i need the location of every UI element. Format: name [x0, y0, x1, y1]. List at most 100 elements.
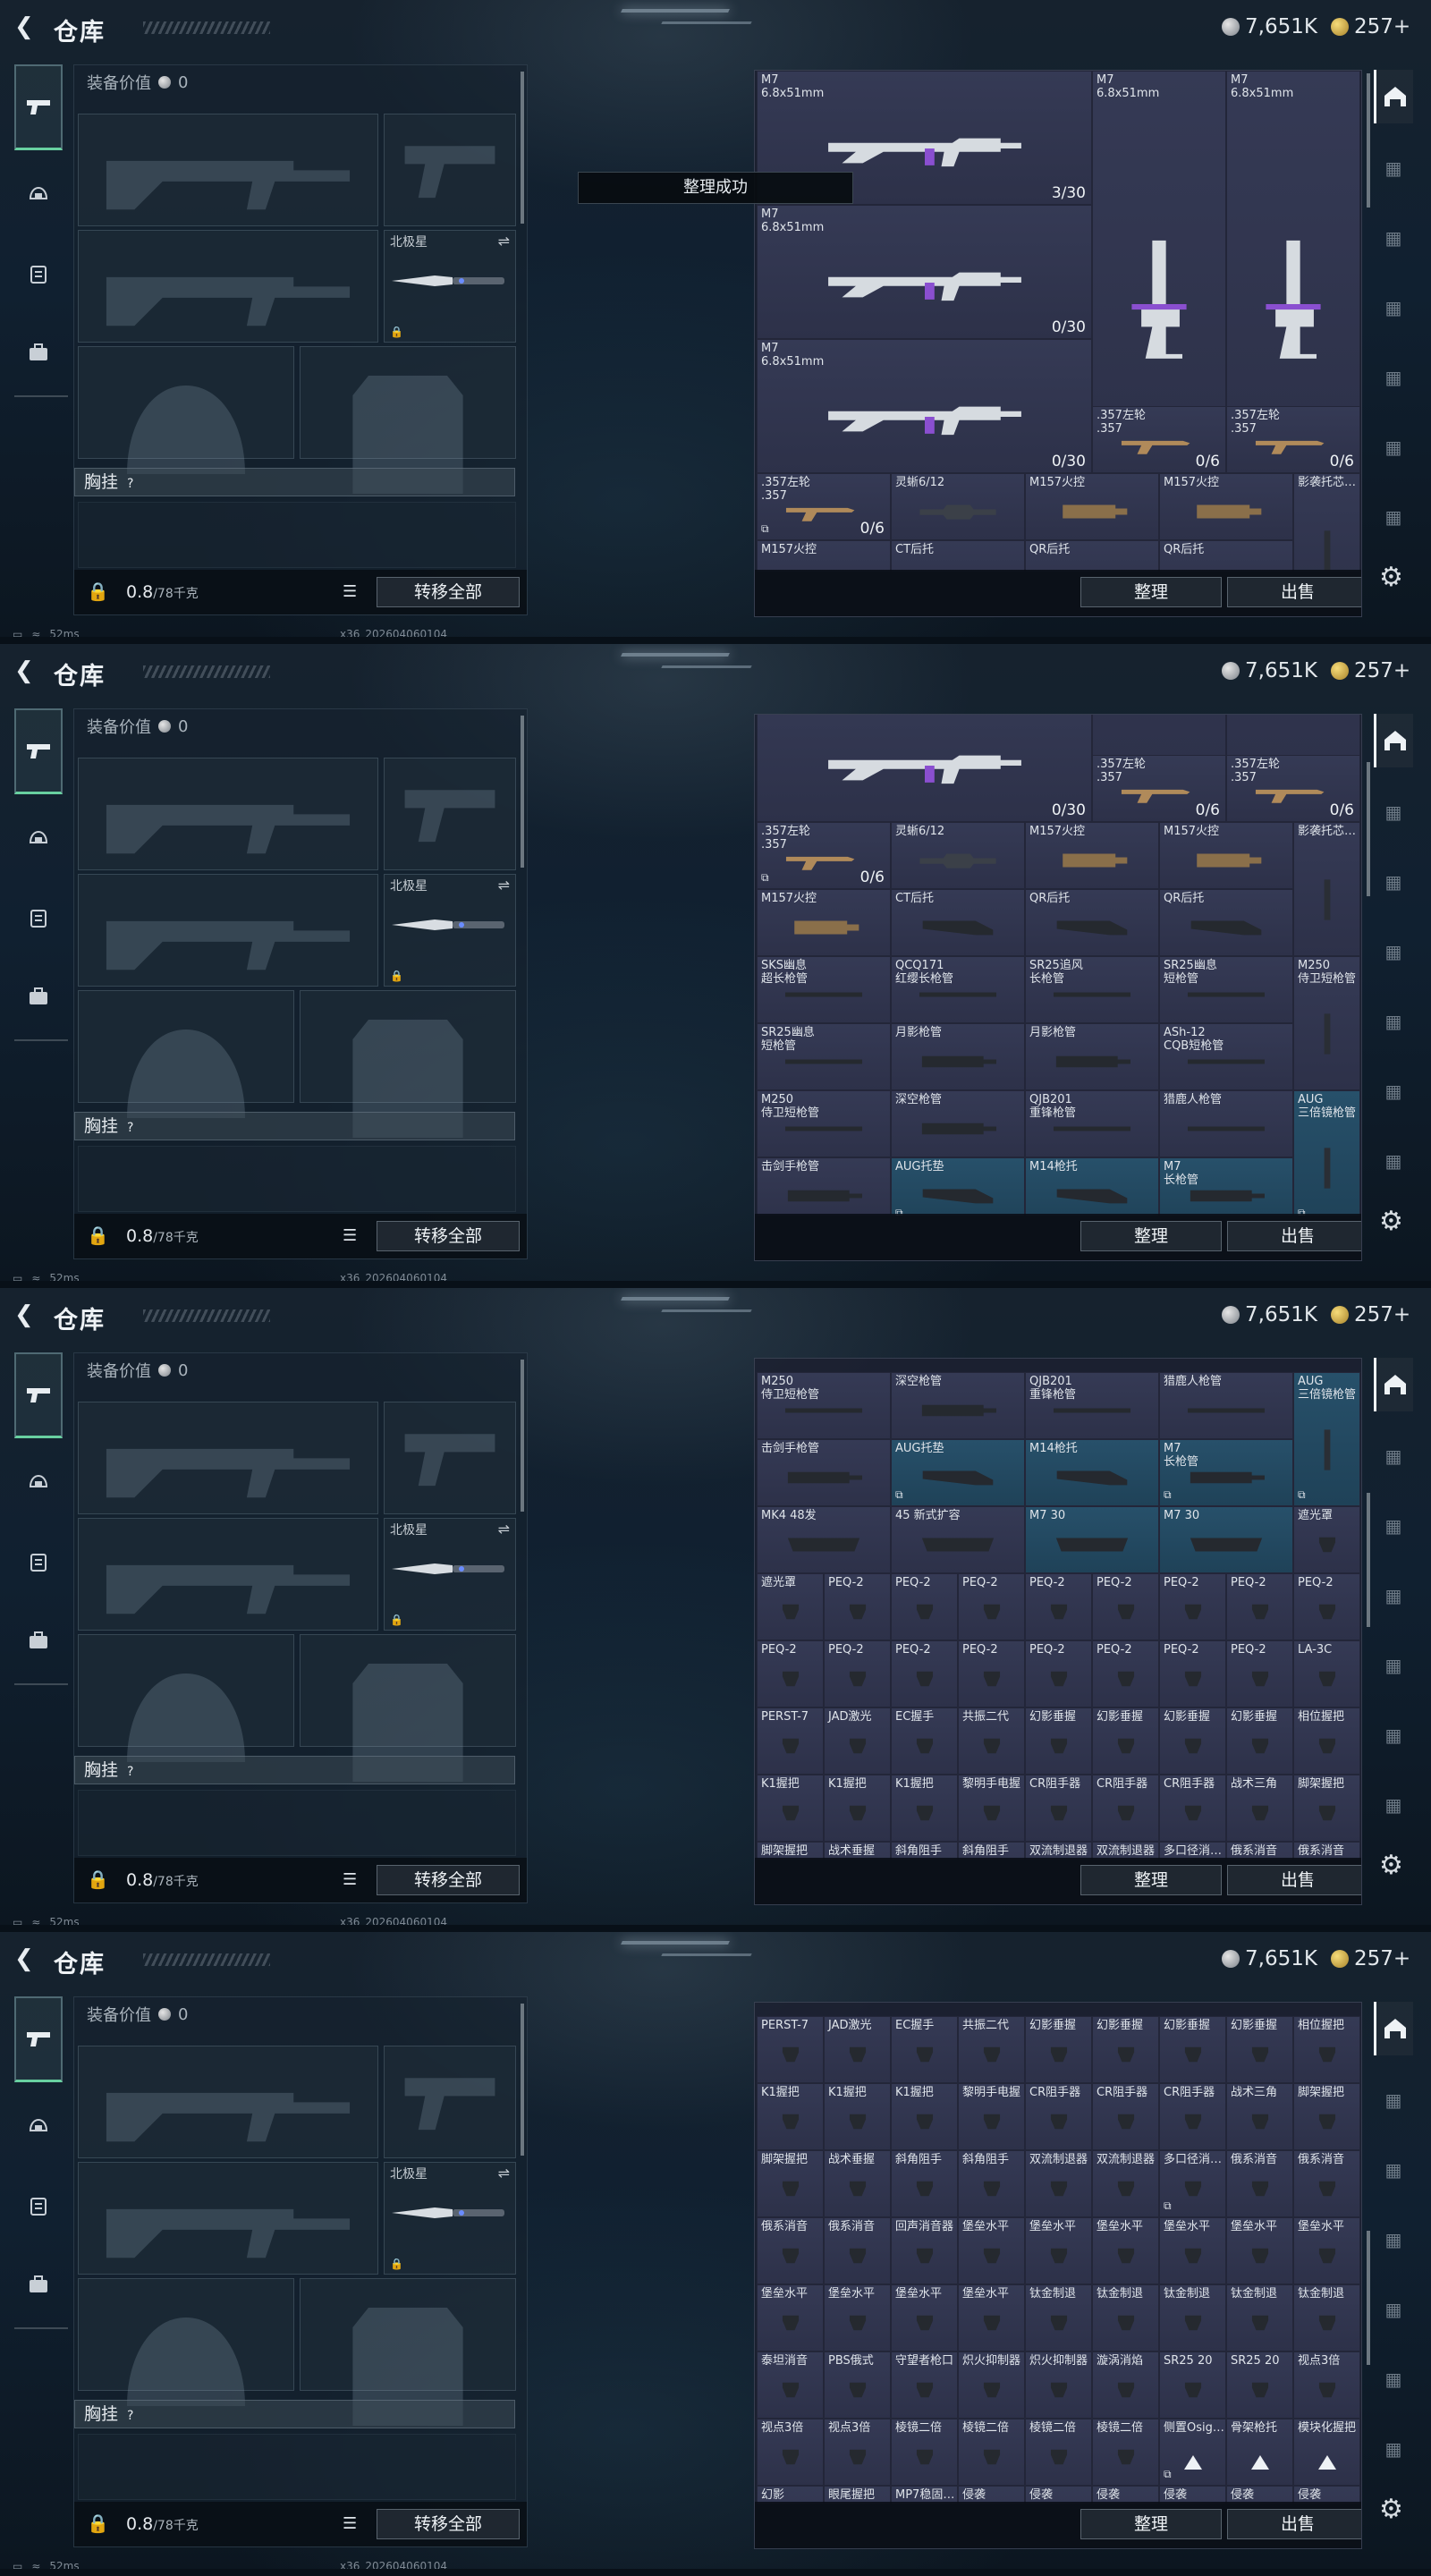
swap-icon[interactable]: ⇌: [498, 1521, 510, 1538]
pistol-slot[interactable]: [384, 758, 516, 870]
storage-item[interactable]: PEQ-2: [757, 1640, 824, 1707]
tab-storage-2[interactable]: ▦: [1374, 213, 1413, 263]
storage-scrollbar[interactable]: [1367, 762, 1370, 897]
storage-item[interactable]: 双流制退器: [1092, 2150, 1159, 2217]
swap-icon[interactable]: ⇌: [498, 877, 510, 894]
secondary-weapon-slot[interactable]: [78, 230, 378, 343]
storage-item[interactable]: M7 30: [1025, 1506, 1159, 1573]
melee-slot[interactable]: 北极星 ⇌ 🔒: [384, 230, 516, 343]
storage-item[interactable]: M157火控: [1159, 473, 1293, 540]
storage-item[interactable]: M7 6.8x51mm 0/30: [757, 205, 1092, 339]
storage-item[interactable]: M7 6.8x51mm 0/30: [757, 339, 1092, 473]
storage-item[interactable]: CR阻手器: [1092, 1775, 1159, 1842]
storage-item[interactable]: 脚架握把: [757, 1842, 824, 1860]
storage-item[interactable]: M7 长枪管: [1159, 1157, 1293, 1216]
storage-item[interactable]: 月影枪管: [1025, 1023, 1159, 1090]
tab-storage-3[interactable]: ▦: [1374, 1571, 1413, 1621]
gold-currency[interactable]: 257+: [1331, 1947, 1410, 1970]
storage-item[interactable]: QCQ171 红缨长枪管: [891, 956, 1025, 1023]
silver-currency[interactable]: 7,651K: [1222, 1303, 1317, 1326]
storage-item[interactable]: AUG托垫 ⧉: [891, 1439, 1025, 1506]
armor-slot[interactable]: [300, 346, 516, 494]
transfer-all-button[interactable]: 转移全部: [377, 1865, 520, 1895]
storage-item[interactable]: CT后托: [891, 540, 1025, 572]
storage-item[interactable]: PEQ-2: [958, 1573, 1025, 1640]
storage-item[interactable]: 侵袭: [1226, 2486, 1293, 2504]
help-icon[interactable]: ?: [127, 1121, 133, 1135]
storage-item[interactable]: 炽火抑制器: [958, 2351, 1025, 2419]
storage-item[interactable]: 回声消音器: [891, 2217, 958, 2284]
storage-item[interactable]: 黎明手电握: [958, 1775, 1025, 1842]
tab-storage-3[interactable]: ▦: [1374, 927, 1413, 977]
help-icon[interactable]: ?: [127, 2409, 133, 2423]
secondary-weapon-slot[interactable]: [78, 874, 378, 987]
melee-slot[interactable]: 北极星 ⇌ 🔒: [384, 874, 516, 987]
storage-item[interactable]: 棱镜二倍: [1025, 2419, 1092, 2486]
storage-item[interactable]: 多口径消… ⧉: [1159, 2150, 1226, 2217]
gold-currency[interactable]: 257+: [1331, 15, 1410, 38]
back-arrow-icon[interactable]: ❮: [14, 658, 39, 683]
storage-item[interactable]: 俄系消音: [1226, 2150, 1293, 2217]
storage-item[interactable]: 双流制退器: [1025, 2150, 1092, 2217]
list-icon[interactable]: ☰: [343, 1870, 357, 1889]
tab-storage-2[interactable]: ▦: [1374, 1501, 1413, 1551]
storage-item[interactable]: 双流制退器: [1092, 1842, 1159, 1860]
storage-item[interactable]: M157火控: [757, 889, 891, 956]
tab-storage-6[interactable]: ▦: [1374, 1136, 1413, 1186]
sort-button[interactable]: 整理: [1080, 577, 1222, 607]
storage-item[interactable]: QR后托: [1025, 540, 1159, 572]
storage-item[interactable]: 侵袭: [1092, 2486, 1159, 2504]
back-arrow-icon[interactable]: ❮: [14, 1302, 39, 1327]
storage-item[interactable]: QJB201 重锋枪管: [1025, 1372, 1159, 1439]
storage-item[interactable]: CT后托: [891, 889, 1025, 956]
storage-item[interactable]: K1握把: [824, 1775, 891, 1842]
storage-item[interactable]: QR后托: [1159, 540, 1293, 572]
transfer-all-button[interactable]: 转移全部: [377, 2509, 520, 2539]
storage-item[interactable]: 影袭托芯…: [1293, 473, 1360, 572]
storage-item[interactable]: M157火控: [1025, 822, 1159, 889]
equipment-scrollbar[interactable]: [521, 72, 524, 224]
tab-warehouse[interactable]: [1374, 1358, 1413, 1411]
storage-item[interactable]: .357左轮 .357 0/6: [1092, 755, 1226, 822]
storage-item[interactable]: 幻影垂握: [1092, 1707, 1159, 1775]
storage-item[interactable]: 幻影垂握: [1226, 2016, 1293, 2083]
storage-item[interactable]: 战术垂握: [824, 1842, 891, 1860]
storage-item[interactable]: ASh-12 CQB短枪管: [1159, 1023, 1293, 1090]
storage-item[interactable]: 棱镜二倍: [1092, 2419, 1159, 2486]
pistol-slot[interactable]: [384, 114, 516, 226]
equipment-scrollbar[interactable]: [521, 716, 524, 868]
storage-item[interactable]: CR阻手器: [1159, 2083, 1226, 2150]
tab-storage-5[interactable]: ▦: [1374, 2354, 1413, 2404]
storage-item[interactable]: 侵袭: [958, 2486, 1025, 2504]
helmet-slot[interactable]: [78, 346, 294, 474]
storage-item[interactable]: M250 侍卫短枪管: [757, 1090, 891, 1157]
storage-item[interactable]: K1握把: [891, 2083, 958, 2150]
sort-button[interactable]: 整理: [1080, 2509, 1222, 2539]
storage-item[interactable]: 侵袭: [1293, 2486, 1360, 2504]
storage-item[interactable]: SR25幽息 短枪管: [757, 1023, 891, 1090]
tab-backpack[interactable]: [14, 957, 63, 1036]
storage-item[interactable]: JAD激光: [824, 1707, 891, 1775]
tab-armor[interactable]: [14, 1522, 63, 1601]
storage-item[interactable]: 钛金制退: [1293, 2284, 1360, 2351]
storage-item[interactable]: 俄系消音: [1226, 1842, 1293, 1860]
list-icon[interactable]: ☰: [343, 2514, 357, 2533]
transfer-all-button[interactable]: 转移全部: [377, 577, 520, 607]
primary-weapon-slot[interactable]: [78, 1402, 378, 1514]
storage-item[interactable]: QJB201 重锋枪管: [1025, 1090, 1159, 1157]
storage-item[interactable]: PEQ-2: [958, 1640, 1025, 1707]
storage-item[interactable]: M14枪托: [1025, 1157, 1159, 1216]
storage-item[interactable]: 黎明手电握: [958, 2083, 1025, 2150]
storage-item[interactable]: 击剑手枪管: [757, 1439, 891, 1506]
list-icon[interactable]: ☰: [343, 1226, 357, 1245]
storage-item[interactable]: EC握手: [891, 2016, 958, 2083]
storage-item[interactable]: 视点3倍: [757, 2419, 824, 2486]
gear-icon[interactable]: ⚙: [1379, 1206, 1403, 1237]
storage-item[interactable]: 斜角阻手: [891, 2150, 958, 2217]
helmet-slot[interactable]: [78, 990, 294, 1118]
tab-weapons[interactable]: [14, 1996, 63, 2082]
storage-item[interactable]: M250 侍卫短枪管: [757, 1372, 891, 1439]
tab-storage-4[interactable]: ▦: [1374, 2284, 1413, 2334]
tab-weapons[interactable]: [14, 708, 63, 794]
storage-item[interactable]: 俄系消音: [1293, 1842, 1360, 1860]
